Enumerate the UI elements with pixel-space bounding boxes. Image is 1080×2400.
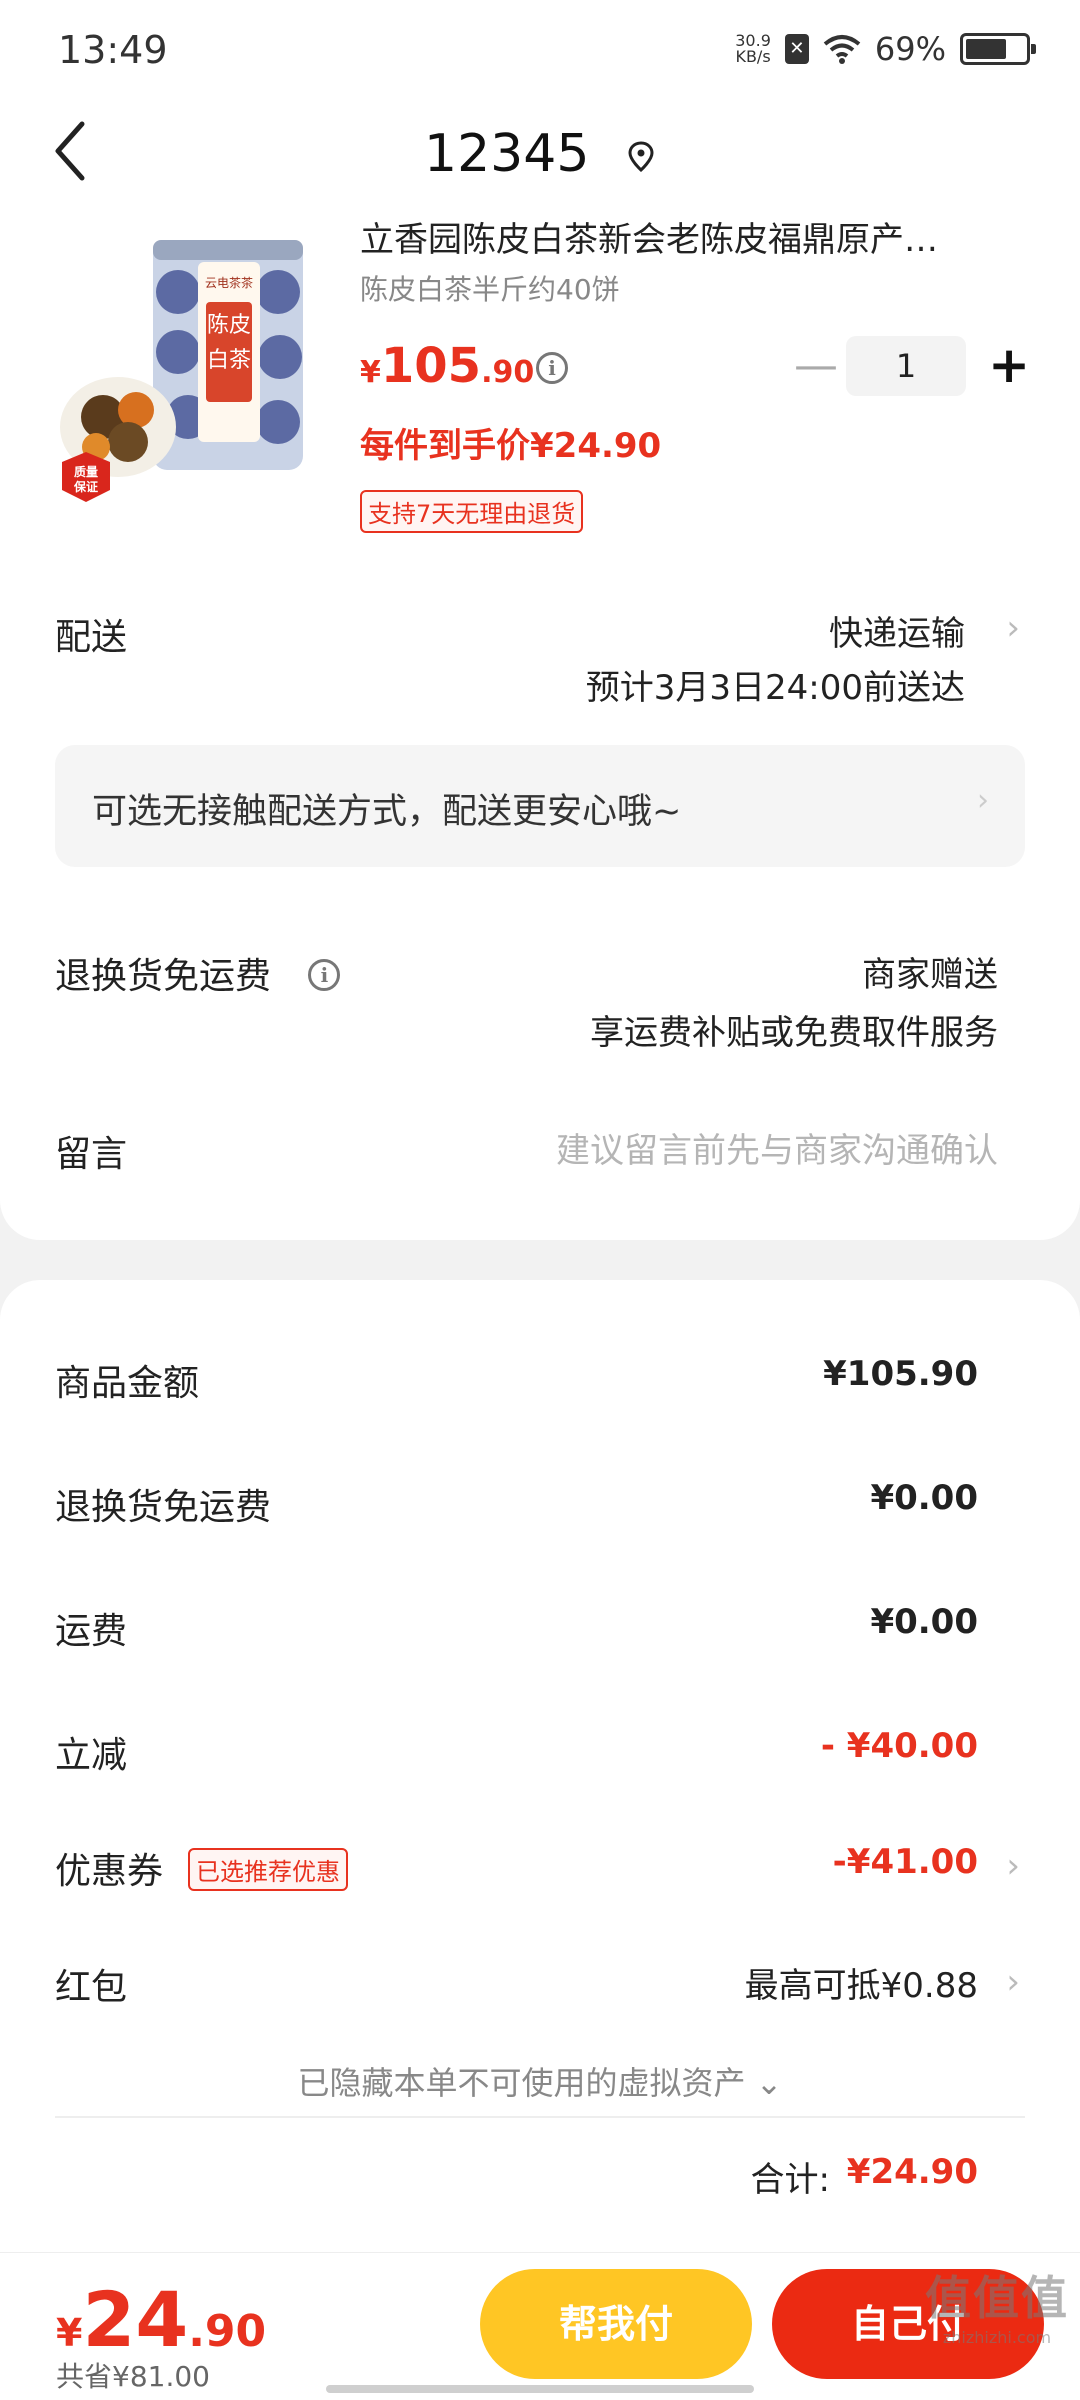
- order-card: 云电茶茶 陈皮 白茶 质量 保证 立香园陈皮白茶新会老陈皮福鼎原产… 陈皮白茶半…: [0, 220, 1080, 1240]
- return-shipping-value: 商家赠送: [862, 955, 998, 995]
- hidden-assets-toggle[interactable]: 已隐藏本单不可使用的虚拟资产 ⌄: [0, 2058, 1080, 2104]
- quality-badge-text-2: 保证: [73, 479, 98, 494]
- total-value: ¥24.90: [846, 2152, 978, 2192]
- quantity-input[interactable]: 1: [846, 336, 966, 396]
- product-spec[interactable]: 陈皮白茶半斤约40饼: [360, 268, 620, 308]
- address-title[interactable]: 12345: [0, 124, 1080, 184]
- shipping-fee-value: ¥0.00: [870, 1602, 978, 1642]
- watermark: 值值值 zhizhizhi.com: [922, 2262, 1072, 2347]
- return-shipping-label: 退换货免运费 i: [55, 947, 341, 999]
- delivery-chevron-icon[interactable]: ›: [1006, 608, 1020, 648]
- message-input[interactable]: 建议留言前先与商家沟通确认: [556, 1123, 998, 1172]
- no-sim-icon: ✕: [784, 34, 809, 64]
- quantity-stepper: — 1 +: [780, 336, 1030, 400]
- red-packet-value[interactable]: 最高可抵¥0.88: [745, 1958, 978, 2007]
- checkout-price: ¥24.90: [56, 2275, 266, 2364]
- home-indicator[interactable]: [326, 2385, 754, 2393]
- return-fee-value: ¥0.00: [870, 1478, 978, 1518]
- status-time: 13:49: [58, 28, 168, 72]
- quality-badge-text-1: 质量: [74, 464, 98, 479]
- goods-amount-label: 商品金额: [55, 1363, 200, 1404]
- price-symbol: ¥: [360, 355, 381, 390]
- net-speed-unit: KB/s: [735, 47, 771, 66]
- return-shipping-desc: 享运费补贴或免费取件服务: [590, 1013, 998, 1053]
- goods-amount-value: ¥105.90: [823, 1354, 978, 1394]
- divider: [55, 2116, 1025, 2118]
- return-shipping-info-icon[interactable]: i: [308, 959, 341, 991]
- checkout-price-int: 24: [82, 2275, 189, 2364]
- status-icons: 30.9 KB/s ✕ 69%: [735, 30, 1036, 68]
- status-bar: 13:49 30.9 KB/s ✕ 69%: [0, 0, 1080, 100]
- watermark-url: zhizhizhi.com: [942, 2328, 1052, 2347]
- net-speed: 30.9 KB/s: [735, 33, 771, 65]
- product-image[interactable]: 云电茶茶 陈皮 白茶 质量 保证: [58, 232, 318, 502]
- price-int: 105: [380, 338, 482, 394]
- return-policy-tag: 支持7天无理由退货: [360, 490, 584, 533]
- return-shipping-label-text: 退换货免运费: [55, 956, 272, 997]
- coupon-recommend-tag: 已选推荐优惠: [188, 1848, 348, 1891]
- price-dec: .90: [481, 355, 535, 390]
- coupon-label: 优惠券: [55, 1851, 164, 1892]
- watermark-logo: 值值值: [925, 2271, 1069, 2325]
- red-packet-chevron-icon[interactable]: ›: [1006, 1962, 1020, 2002]
- info-icon: i: [536, 352, 568, 384]
- checkout-price-dec: .90: [188, 2306, 267, 2357]
- coupon-value[interactable]: -¥41.00: [833, 1842, 978, 1882]
- return-fee-label: 退换货免运费: [55, 1487, 272, 1528]
- battery-percent: 69%: [874, 30, 946, 68]
- battery-icon: [960, 33, 1036, 65]
- nav-bar: 12345: [0, 100, 1080, 220]
- delivery-eta: 预计3月3日24:00前送达: [585, 668, 965, 708]
- price-info-button[interactable]: i: [536, 352, 568, 384]
- help-pay-button[interactable]: 帮我付: [480, 2269, 752, 2379]
- contactless-delivery-notice[interactable]: 可选无接触配送方式，配送更安心哦~ ›: [55, 745, 1025, 867]
- product-title[interactable]: 立香园陈皮白茶新会老陈皮福鼎原产…: [360, 220, 1020, 260]
- unit-price: ¥105.90: [360, 338, 534, 394]
- can-brand-text: 云电茶茶: [205, 275, 253, 290]
- can-name-1: 陈皮: [207, 313, 251, 338]
- battery-fill: [966, 39, 1006, 59]
- location-pin-icon: [628, 141, 654, 173]
- decrease-button[interactable]: —: [794, 340, 838, 391]
- increase-button[interactable]: +: [988, 336, 1030, 394]
- notice-text: 可选无接触配送方式，配送更安心哦~: [92, 792, 682, 832]
- notice-chevron-icon: ›: [977, 783, 989, 818]
- tea-can-illustration: 云电茶茶 陈皮 白茶 质量 保证: [60, 240, 303, 502]
- red-packet-label: 红包: [55, 1967, 128, 2008]
- per-item-price: 每件到手价¥24.90: [360, 426, 662, 466]
- instant-discount-value: - ¥40.00: [820, 1726, 978, 1766]
- checkout-bar: ¥24.90 共省¥81.00 帮我付 自己付: [0, 2252, 1080, 2400]
- price-summary-card: 商品金额 ¥105.90 退换货免运费 ¥0.00 运费 ¥0.00 立减 - …: [0, 1280, 1080, 2290]
- wifi-icon: [823, 35, 861, 64]
- delivery-method[interactable]: 快递运输: [829, 606, 965, 655]
- can-name-2: 白茶: [207, 348, 251, 373]
- checkout-price-symbol: ¥: [56, 2311, 83, 2355]
- instant-discount-label: 立减: [55, 1735, 128, 1776]
- page-title: 12345: [424, 124, 590, 184]
- total-saved: 共省¥81.00: [56, 2360, 210, 2393]
- shipping-fee-label: 运费: [55, 1611, 128, 1652]
- message-label: 留言: [55, 1134, 128, 1175]
- delivery-label: 配送: [55, 617, 128, 658]
- total-label: 合计:: [750, 2160, 830, 2200]
- coupon-chevron-icon[interactable]: ›: [1006, 1846, 1020, 1886]
